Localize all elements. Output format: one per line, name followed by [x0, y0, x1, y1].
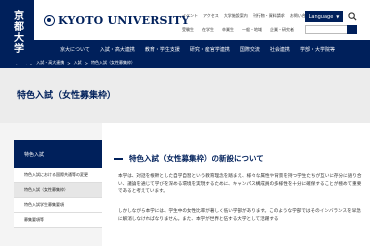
university-crest-icon: [44, 15, 55, 26]
body-paragraph-2: しかしながら本学には、学生中の女性比率が著しく低い学部があります。このような学部…: [118, 209, 361, 222]
gnav-community[interactable]: 社会連携: [270, 46, 290, 53]
sidebar-item-women-quota[interactable]: 特色入試（女性募集枠）: [14, 183, 102, 198]
chevron-down-icon: ▼: [336, 14, 340, 19]
heading-bar-decoration: [114, 157, 123, 160]
gnav-research[interactable]: 研究・産官学連携: [190, 46, 230, 53]
page-title: 特色入試（女性募集枠）: [17, 91, 117, 101]
search-icon[interactable]: [348, 12, 357, 21]
breadcrumb-exam[interactable]: 入試: [74, 60, 82, 66]
language-label: Language: [308, 13, 334, 20]
util-link-facilities[interactable]: 大学施設案内: [224, 13, 248, 19]
main-content: 特色入試（女性募集枠）の新設について 本学は、対話を根幹とした自学自習という教育…: [102, 123, 370, 246]
audience-link-alumni[interactable]: 卒業生: [222, 27, 234, 33]
sidebar-heading[interactable]: 特色入試: [14, 140, 102, 168]
audience-link-public[interactable]: 一般・地域: [242, 27, 262, 33]
search-submit-button[interactable]: [347, 25, 357, 34]
audience-link-students[interactable]: 在学生: [202, 27, 214, 33]
audience-links: 受験生 在学生 卒業生 一般・地域 企業・研究者: [182, 27, 294, 33]
gnav-faculties[interactable]: 学部・大学院等: [300, 46, 335, 53]
gnav-international[interactable]: 国際交流: [240, 46, 260, 53]
global-nav: 京大について 入試・高大連携 教育・学生支援 研究・産官学連携 国際交流 社会連…: [34, 40, 370, 58]
breadcrumb-admissions[interactable]: 入試・高大連携: [36, 60, 64, 66]
site-search-input[interactable]: [305, 25, 357, 34]
gnav-admissions[interactable]: 入試・高大連携: [100, 46, 135, 53]
university-name[interactable]: KYOTO UNIVERSITY: [58, 14, 189, 27]
sidebar-item-documents[interactable]: 募集要項等: [14, 213, 102, 228]
audience-link-applicants[interactable]: 受験生: [182, 27, 194, 33]
language-button[interactable]: Language ▼: [305, 11, 343, 22]
audience-link-companies[interactable]: 企業・研究者: [270, 27, 294, 33]
page-title-band: 特色入試（女性募集枠）: [0, 68, 370, 123]
sidebar-item-changes[interactable]: 特色入試における国際共通等の変更: [14, 168, 102, 183]
sidebar-list: 特色入試における国際共通等の変更 特色入試（女性募集枠） 特色入試学生募集要項 …: [14, 168, 102, 228]
section-heading: 特色入試（女性募集枠）の新設について: [114, 153, 264, 164]
sidebar: 特色入試 特色入試における国際共通等の変更 特色入試（女性募集枠） 特色入試学生…: [0, 123, 102, 246]
util-link-publications[interactable]: 刊行物・資料請求: [253, 13, 285, 19]
breadcrumb-separator: >: [84, 60, 88, 66]
university-vertical-logo[interactable]: 京都大学: [0, 0, 34, 64]
section-heading-text: 特色入試（女性募集枠）の新設について: [129, 154, 264, 163]
breadcrumb-current: 特色入試（女性募集枠）: [90, 60, 135, 65]
util-link-events[interactable]: イベント: [182, 13, 198, 19]
breadcrumb: ホーム > 入試・高大連携 > 入試 > 特色入試（女性募集枠）: [0, 58, 370, 68]
util-link-access[interactable]: アクセス: [203, 13, 219, 19]
gnav-education[interactable]: 教育・学生支援: [145, 46, 180, 53]
sidebar-item-guidelines[interactable]: 特色入試学生募集要項: [14, 198, 102, 213]
logo-vertical-text: 京都大学: [11, 10, 23, 54]
gnav-about[interactable]: 京大について: [60, 46, 90, 53]
breadcrumb-separator: >: [67, 60, 71, 66]
site-header: 京都大学 KYOTO UNIVERSITY イベント アクセス 大学施設案内 刊…: [0, 0, 370, 64]
body-paragraph-1: 本学は、対話を根幹とした自学自習という教育理念を踏まえ、様々な属性や背景を持つ学…: [118, 174, 362, 194]
utility-links: イベント アクセス 大学施設案内 刊行物・資料請求 お問い合わせ: [182, 13, 314, 19]
